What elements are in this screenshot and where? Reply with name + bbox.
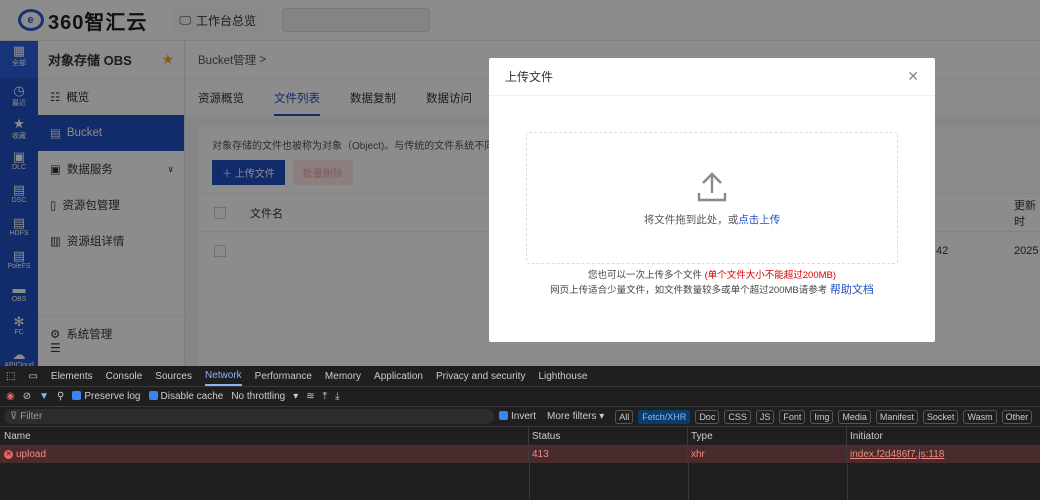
close-icon[interactable]: ✕ — [907, 68, 919, 85]
filter-chip-other[interactable]: Other — [1001, 409, 1033, 424]
drop-text: 将文件拖到此处，或 — [643, 214, 739, 226]
import-icon[interactable]: ⤒ — [323, 391, 327, 402]
filter-chip-js[interactable]: JS — [755, 409, 775, 424]
table-row[interactable]: ✕ upload 413 xhr index.f2d486f7.js:118 — [0, 446, 1040, 463]
checkbox-label: Disable cache — [160, 391, 224, 402]
checkbox-label: Invert — [511, 411, 537, 422]
size-limit-note: (单个文件大小不能超过200MB) — [704, 270, 837, 281]
chevron-down-icon[interactable]: ▾ — [293, 391, 298, 402]
record-icon[interactable]: ◉ — [6, 391, 15, 402]
filter-chip-wasm[interactable]: Wasm — [963, 409, 997, 424]
wifi-icon[interactable]: ≋ — [306, 391, 314, 402]
device-toggle-icon[interactable]: ▭ — [28, 371, 37, 382]
filter-chip-socket[interactable]: Socket — [922, 409, 959, 424]
devtools-tab-sources[interactable]: Sources — [155, 371, 192, 382]
devtools-tab-elements[interactable]: Elements — [51, 371, 93, 382]
column-type[interactable]: Type — [688, 427, 847, 445]
devtools-tab-lighthouse[interactable]: Lighthouse — [538, 371, 587, 382]
network-request-table: Name Status Type Initiator ✕ upload 413 x… — [0, 427, 1040, 500]
dialog-title: 上传文件 — [505, 70, 554, 84]
note-large-files: 网页上传适合少量文件，如文件数量较多或单个超过200MB请参考 — [550, 285, 828, 296]
filter-bar: ⊽ Filter Invert More filters ▾ All Fetch/… — [0, 407, 1040, 427]
error-icon: ✕ — [4, 450, 13, 459]
request-name: upload — [16, 449, 47, 460]
filter-input[interactable]: ⊽ Filter — [4, 409, 494, 424]
devtools-tab-application[interactable]: Application — [374, 371, 423, 382]
devtools-tab-console[interactable]: Console — [106, 371, 143, 382]
note-multiple-files: 您也可以一次上传多个文件 — [587, 270, 702, 281]
web-console: e 360智汇云 🖵 工作台总览 ▦ 全部 ◷ 最近 ★ 收藏 ▣ DLC ▤ DSC ▤ HDFS ▤ Po… — [0, 0, 1040, 366]
upload-file-dialog: 上传文件 ✕ 将文件拖到此处，或点击上传 您也可以一次上传多个文件 (单个文件大小… — [489, 58, 935, 342]
column-status[interactable]: Status — [529, 427, 688, 445]
invert-checkbox[interactable]: Invert — [499, 411, 536, 422]
devtools-panel: ⬚ ▭ Elements Console Sources Network Performan… — [0, 366, 1040, 500]
devtools-tab-network[interactable]: Network — [204, 366, 242, 386]
filter-chip-all[interactable]: All — [615, 409, 634, 424]
filter-chip-img[interactable]: Img — [810, 409, 834, 424]
request-type: xhr — [688, 446, 847, 463]
clear-icon[interactable]: ⊘ — [23, 391, 31, 402]
initiator-link[interactable]: index.f2d486f7.js:118 — [847, 449, 944, 460]
devtools-tabs: ⬚ ▭ Elements Console Sources Network Performan… — [0, 366, 1040, 387]
upload-icon — [697, 172, 727, 202]
devtools-tab-privacy-and-security[interactable]: Privacy and security — [436, 371, 525, 382]
filter-chip-manifest[interactable]: Manifest — [875, 409, 918, 424]
more-filters-dropdown[interactable]: More filters ▾ — [547, 411, 604, 422]
request-status: 413 — [529, 446, 688, 463]
disable-cache-checkbox[interactable]: Disable cache — [148, 391, 224, 402]
network-toolbar: ◉ ⊘ ▼ ⚲ Preserve log Disable cache No th… — [0, 387, 1040, 407]
checkbox-label: Preserve log — [84, 391, 141, 402]
throttling-select[interactable]: No throttling — [231, 391, 285, 402]
filter-icon[interactable]: ▼ — [39, 391, 49, 402]
filter-chip-fetch-xhr[interactable]: Fetch/XHR — [638, 409, 691, 424]
search-icon[interactable]: ⚲ — [57, 391, 64, 402]
filter-placeholder: Filter — [20, 411, 43, 422]
filter-chip-media[interactable]: Media — [838, 409, 871, 424]
inspect-icon[interactable]: ⬚ — [6, 371, 15, 382]
preserve-log-checkbox[interactable]: Preserve log — [72, 391, 141, 402]
table-header: Name Status Type Initiator — [0, 427, 1040, 446]
dropdown-label: More filters — [547, 411, 597, 422]
filter-chip-doc[interactable]: Doc — [695, 409, 720, 424]
column-initiator[interactable]: Initiator — [847, 431, 883, 442]
column-name[interactable]: Name — [0, 427, 529, 445]
devtools-tab-performance[interactable]: Performance — [255, 371, 312, 382]
filter-chip-font[interactable]: Font — [779, 409, 806, 424]
click-upload-link[interactable]: 点击上传 — [738, 214, 780, 226]
help-doc-link[interactable]: 帮助文档 — [830, 284, 874, 296]
export-icon[interactable]: ⤓ — [335, 391, 339, 402]
upload-drop-zone[interactable]: 将文件拖到此处，或点击上传 — [526, 132, 898, 264]
filter-chip-css[interactable]: CSS — [724, 409, 751, 424]
devtools-tab-memory[interactable]: Memory — [325, 371, 361, 382]
